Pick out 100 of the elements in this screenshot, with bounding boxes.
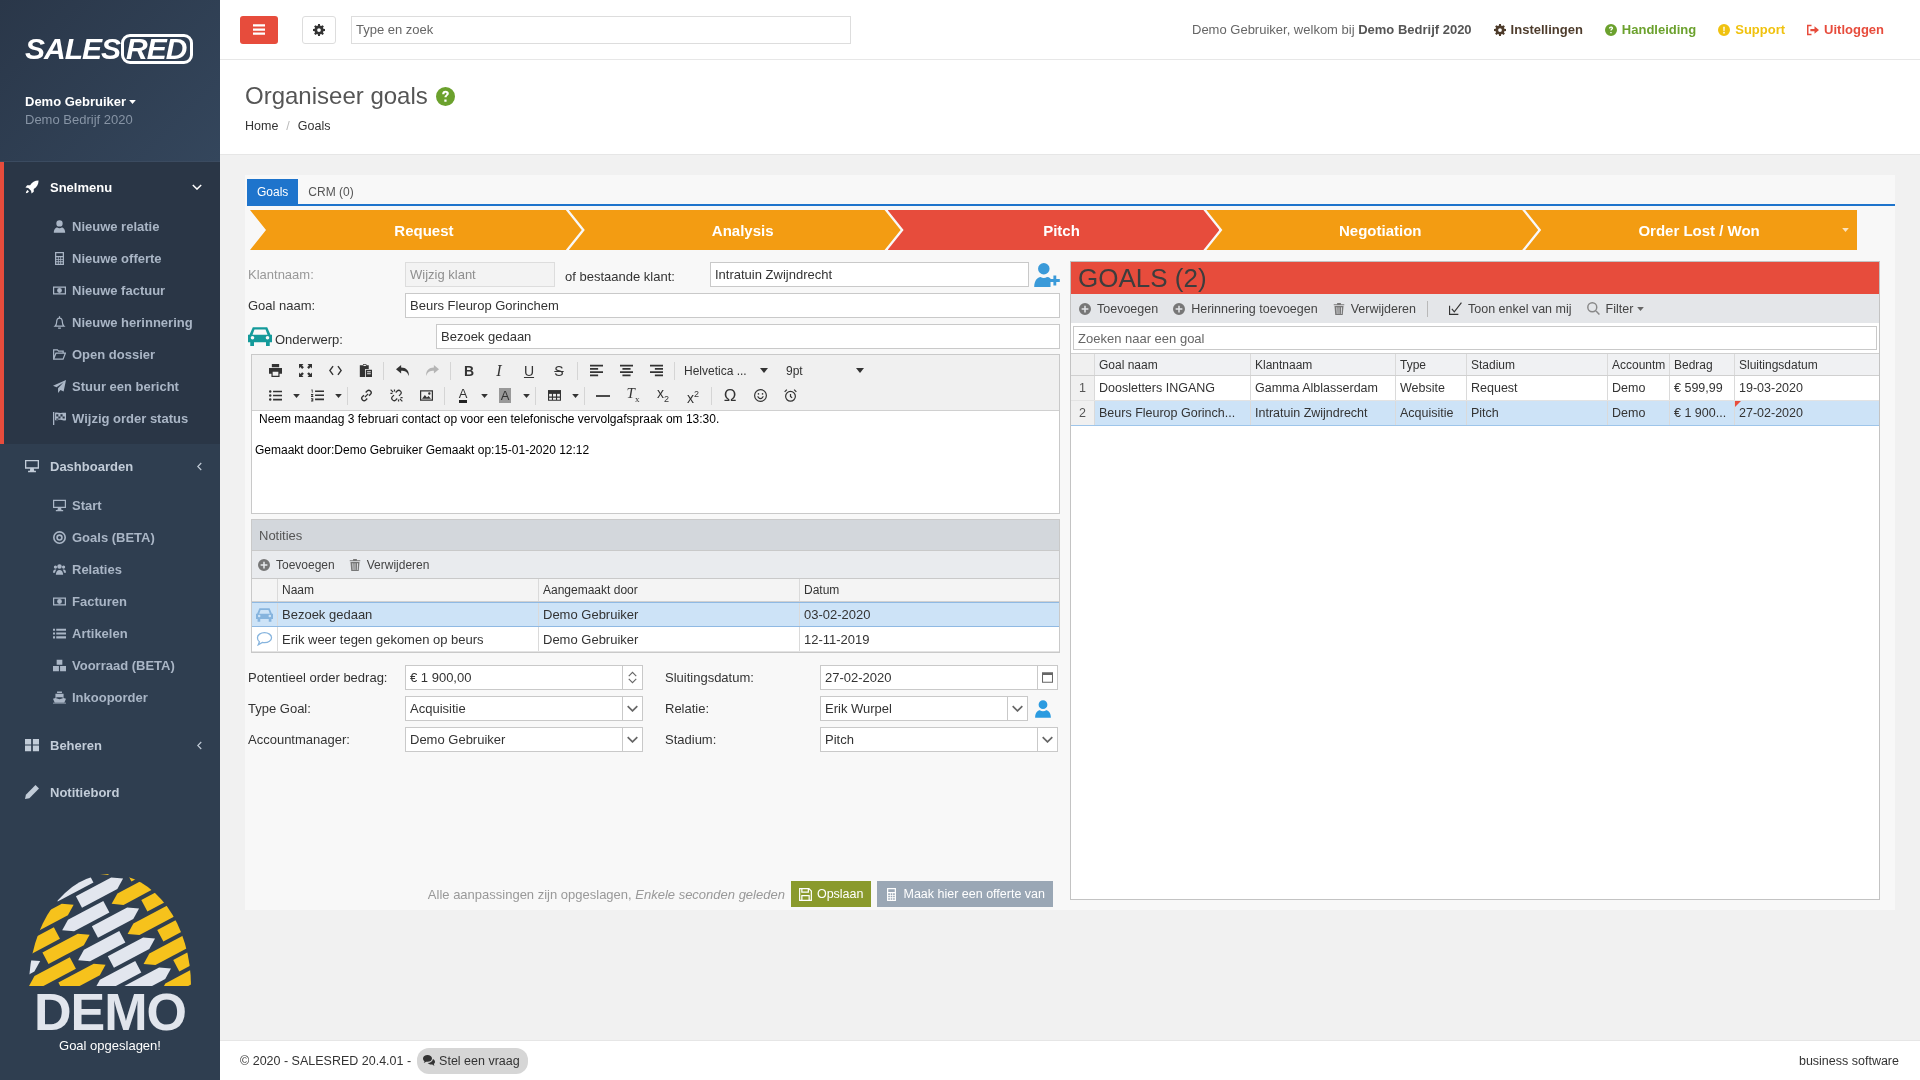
add-user-icon[interactable] bbox=[1034, 262, 1060, 287]
column-header[interactable]: Sluitingsdatum bbox=[1735, 354, 1879, 375]
horizontal-line-icon[interactable] bbox=[596, 394, 610, 397]
sidebar-section-link[interactable]: Snelmenu bbox=[4, 167, 220, 207]
align-left-icon[interactable] bbox=[589, 364, 603, 377]
alarm-clock-icon[interactable] bbox=[783, 389, 797, 402]
caret-icon[interactable] bbox=[334, 393, 342, 398]
numbered-list-icon[interactable] bbox=[310, 389, 324, 402]
number-field[interactable]: € 1 900,00 bbox=[405, 665, 643, 690]
chevron-down-icon[interactable] bbox=[1012, 705, 1023, 712]
tab[interactable]: Goals bbox=[247, 179, 299, 204]
dropdown-field[interactable]: Pitch bbox=[820, 727, 1058, 752]
ask-question-button[interactable]: Stel een vraag bbox=[417, 1047, 528, 1074]
sidebar-item[interactable]: Nieuwe herinnering bbox=[4, 306, 220, 338]
goal-search-field[interactable]: Zoeken naar een goal bbox=[1073, 326, 1877, 350]
smiley-icon[interactable] bbox=[753, 389, 767, 402]
subscript-button[interactable]: x$_{2}$ bbox=[657, 384, 669, 407]
column-header[interactable]: Type bbox=[1396, 354, 1467, 375]
sidebar-item[interactable]: Voorraad (BETA) bbox=[4, 649, 220, 681]
sidebar-item[interactable]: Start bbox=[4, 489, 220, 521]
table-icon[interactable] bbox=[547, 389, 561, 402]
settings-link[interactable]: Instellingen bbox=[1493, 22, 1583, 37]
code-icon[interactable] bbox=[328, 364, 342, 377]
table-row[interactable]: 2 Beurs Fleurop Gorinch... Intratuin Zwijndrecht Acquisitie Pitch Demo € 1 900... 27-02-2020 bbox=[1071, 401, 1879, 426]
chevron-down-icon[interactable] bbox=[1042, 736, 1053, 743]
sidebar-section-link[interactable]: Dashboarden bbox=[4, 446, 220, 486]
unlink-icon[interactable] bbox=[389, 389, 403, 402]
column-header[interactable]: Datum bbox=[800, 579, 1059, 601]
superscript-button[interactable]: x$^{2}$ bbox=[687, 385, 699, 406]
date-field[interactable]: 27-02-2020 bbox=[820, 665, 1058, 690]
bold-button[interactable]: B bbox=[463, 362, 475, 379]
user-icon[interactable] bbox=[1034, 698, 1052, 719]
font-family-dropdown[interactable]: Helvetica ... bbox=[678, 358, 774, 383]
text-color-button[interactable]: A bbox=[458, 388, 468, 403]
subject-field[interactable]: Bezoek gedaan bbox=[436, 324, 1060, 349]
sidebar-item[interactable]: Open dossier bbox=[4, 338, 220, 370]
sidebar-item[interactable]: Facturen bbox=[4, 585, 220, 617]
link-icon[interactable] bbox=[359, 389, 373, 402]
table-row[interactable]: Bezoek gedaan Demo Gebruiker 03-02-2020 bbox=[252, 602, 1059, 627]
italic-button[interactable]: I bbox=[496, 362, 502, 379]
sidebar-item[interactable]: Nieuwe relatie bbox=[4, 210, 220, 242]
add-action[interactable]: Toevoegen bbox=[1079, 301, 1159, 316]
undo-icon[interactable] bbox=[395, 364, 409, 377]
expand-arrows-icon[interactable] bbox=[298, 364, 312, 377]
caret-icon[interactable] bbox=[292, 393, 300, 398]
calendar-icon[interactable] bbox=[1042, 672, 1053, 683]
print-icon[interactable] bbox=[268, 364, 282, 377]
align-center-icon[interactable] bbox=[619, 364, 633, 377]
add-action[interactable]: Herinnering toevoegen bbox=[1173, 301, 1318, 316]
sidebar-item[interactable]: Artikelen bbox=[4, 617, 220, 649]
tab[interactable]: CRM (0) bbox=[298, 179, 364, 204]
bullet-list-icon[interactable] bbox=[268, 389, 282, 402]
image-icon[interactable] bbox=[419, 389, 433, 402]
column-header[interactable]: Aangemaakt door bbox=[539, 579, 800, 601]
sidebar-item[interactable]: Goals (BETA) bbox=[4, 521, 220, 553]
sidebar-item[interactable]: Nieuwe offerte bbox=[4, 242, 220, 274]
dropdown-field[interactable]: Erik Wurpel bbox=[820, 696, 1028, 721]
column-header[interactable]: Stadium bbox=[1467, 354, 1608, 375]
caret-icon[interactable] bbox=[571, 393, 579, 398]
goal-name-field[interactable]: Beurs Fleurop Gorinchem bbox=[405, 293, 1060, 318]
spinner-arrows-icon[interactable] bbox=[628, 671, 637, 684]
strikethrough-button[interactable]: S bbox=[554, 362, 564, 379]
menu-button[interactable] bbox=[240, 15, 278, 44]
sidebar-item[interactable]: Relaties bbox=[4, 553, 220, 585]
caret-icon[interactable] bbox=[480, 393, 488, 398]
sidebar-section-link[interactable]: Beheren bbox=[4, 725, 220, 765]
show-mine-toggle[interactable]: Toon enkel van mij bbox=[1449, 301, 1572, 316]
logout-link[interactable]: Uitloggen bbox=[1807, 22, 1884, 37]
sidebar-section-link[interactable]: Notitiebord bbox=[4, 772, 220, 812]
table-row[interactable]: Erik weer tegen gekomen op beurs Demo Gebruiker 12-11-2019 bbox=[252, 627, 1059, 652]
pipeline-stage[interactable]: Pitch bbox=[887, 210, 1220, 250]
sidebar-item[interactable]: Stuur een bericht bbox=[4, 370, 220, 402]
special-character-button[interactable]: Ω bbox=[723, 387, 737, 404]
search-field[interactable]: Type en zoek bbox=[351, 15, 851, 44]
sidebar-item[interactable]: Inkooporder bbox=[4, 681, 220, 713]
column-header[interactable]: Bedrag bbox=[1670, 354, 1735, 375]
sidebar-item[interactable]: Nieuwe factuur bbox=[4, 274, 220, 306]
font-size-dropdown[interactable]: 9pt bbox=[780, 358, 870, 383]
sidebar-item[interactable]: Wijzig order status bbox=[4, 402, 220, 434]
filter-dropdown[interactable]: Filter bbox=[1586, 301, 1645, 316]
column-header[interactable]: Goal naam bbox=[1095, 354, 1251, 375]
align-right-icon[interactable] bbox=[649, 364, 663, 377]
column-header[interactable]: Accountm bbox=[1608, 354, 1670, 375]
breadcrumb-link[interactable]: Goals bbox=[297, 119, 331, 133]
delete-action[interactable]: Verwijderen bbox=[1332, 301, 1416, 316]
settings-button[interactable] bbox=[302, 15, 336, 44]
clear-formatting-button[interactable]: T$_{x}$ bbox=[626, 384, 640, 407]
caret-icon[interactable] bbox=[522, 393, 530, 398]
underline-button[interactable]: U bbox=[523, 362, 535, 379]
clipboard-icon[interactable] bbox=[358, 364, 372, 377]
delete-action[interactable]: Verwijderen bbox=[348, 557, 430, 572]
question-icon[interactable] bbox=[435, 86, 455, 106]
highlight-color-button[interactable]: A bbox=[498, 388, 512, 403]
add-action[interactable]: Toevoegen bbox=[258, 557, 335, 572]
user-menu-toggle[interactable]: Demo Gebruiker bbox=[25, 94, 137, 109]
dropdown-field[interactable]: Demo Gebruiker bbox=[405, 727, 643, 752]
chevron-down-icon[interactable] bbox=[627, 705, 638, 712]
chevron-down-icon[interactable] bbox=[627, 736, 638, 743]
column-header[interactable]: Naam bbox=[278, 579, 539, 601]
breadcrumb-link[interactable]: Home bbox=[245, 119, 279, 133]
